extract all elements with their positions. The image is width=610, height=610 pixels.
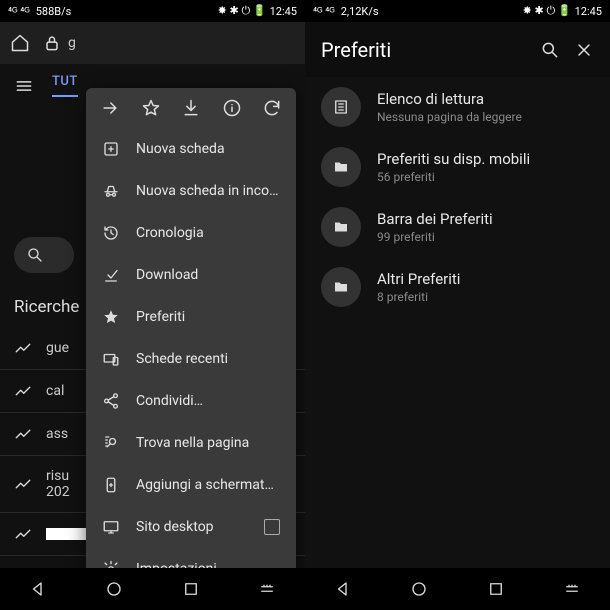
statusbar: ⁴ᴳ ⁴ᴳ 2,12K/s ✸ ✱ ⏻ 🔋 12:45 (305, 0, 610, 22)
menu-desktop-site[interactable]: Sito desktop (86, 506, 296, 548)
folder-icon (332, 218, 350, 236)
phone-right: ⁴ᴳ ⁴ᴳ 2,12K/s ✸ ✱ ⏻ 🔋 12:45 Preferiti El… (305, 0, 610, 610)
menu-find[interactable]: Trova nella pagina (86, 422, 296, 464)
nav-back-icon[interactable] (334, 580, 352, 598)
forward-icon[interactable] (100, 98, 120, 118)
speed: 2,12K/s (341, 5, 379, 18)
desktop-icon (102, 518, 120, 536)
search-input[interactable] (14, 237, 74, 273)
share-icon (102, 392, 120, 410)
refresh-icon[interactable] (262, 98, 282, 118)
trend-icon (14, 339, 32, 357)
info-icon[interactable] (222, 98, 242, 118)
lock-icon (42, 33, 62, 53)
menu-share[interactable]: Condividi… (86, 380, 296, 422)
menu-add-homescreen[interactable]: Aggiungi a schermata H… (86, 464, 296, 506)
trend-icon (14, 475, 32, 493)
navbar (0, 568, 305, 610)
star-icon (102, 308, 120, 326)
speed: 588B/s (36, 5, 72, 18)
nav-home-icon[interactable] (410, 580, 428, 598)
network-icon: ⁴ᴳ ⁴ᴳ (8, 5, 30, 18)
nav-back-icon[interactable] (29, 580, 47, 598)
devices-icon (102, 350, 120, 368)
menu-history[interactable]: Cronologia (86, 212, 296, 254)
star-icon[interactable] (141, 98, 161, 118)
menu-incognito[interactable]: Nuova scheda in incogn… (86, 170, 296, 212)
nav-home-icon[interactable] (105, 580, 123, 598)
network-icon: ⁴ᴳ ⁴ᴳ (313, 5, 335, 18)
download-check-icon (102, 266, 120, 284)
find-icon (102, 434, 120, 452)
nav-drawer-icon[interactable] (258, 580, 276, 598)
trend-icon (14, 382, 32, 400)
desktop-checkbox[interactable] (264, 519, 280, 535)
trend-icon (14, 425, 32, 443)
folder-bookmarks-bar[interactable]: Barra dei Preferiti99 preferiti (305, 197, 610, 257)
folder-icon (332, 158, 350, 176)
folder-mobile[interactable]: Preferiti su disp. mobili56 preferiti (305, 137, 610, 197)
nav-recent-icon[interactable] (182, 580, 200, 598)
navbar (305, 568, 610, 610)
search-icon[interactable] (540, 40, 560, 60)
bookmarks-header: Preferiti (305, 22, 610, 77)
search-icon (26, 246, 44, 264)
plus-box-icon (102, 140, 120, 158)
hamburger-icon[interactable] (14, 76, 34, 96)
page-content: TUT Ricerche gue cal ass risu 202 Nuova … (0, 64, 305, 568)
home-icon[interactable] (10, 33, 30, 53)
nav-recent-icon[interactable] (487, 580, 505, 598)
phone-left: ⁴ᴳ ⁴ᴳ 588B/s ✸ ✱ ⏻ 🔋 12:45 g TUT Ricerch… (0, 0, 305, 610)
overflow-menu: Nuova scheda Nuova scheda in incogn… Cro… (86, 88, 296, 568)
url-text: g (68, 35, 76, 51)
folder-icon (332, 278, 350, 296)
statusbar: ⁴ᴳ ⁴ᴳ 588B/s ✸ ✱ ⏻ 🔋 12:45 (0, 0, 305, 22)
history-icon (102, 224, 120, 242)
urlbar: g (0, 22, 305, 64)
tab-all[interactable]: TUT (52, 74, 78, 97)
folder-other[interactable]: Altri Preferiti8 preferiti (305, 257, 610, 317)
trend-icon (14, 525, 32, 543)
menu-recent-tabs[interactable]: Schede recenti (86, 338, 296, 380)
menu-settings[interactable]: Impostazioni (86, 548, 296, 568)
add-home-icon (102, 476, 120, 494)
download-icon[interactable] (181, 98, 201, 118)
bookmarks-list: Elenco di letturaNessuna pagina da legge… (305, 77, 610, 568)
gear-icon (102, 560, 120, 568)
clock: 12:45 (270, 5, 297, 18)
menu-downloads[interactable]: Download (86, 254, 296, 296)
clock: 12:45 (575, 5, 602, 18)
nav-drawer-icon[interactable] (563, 580, 581, 598)
close-icon[interactable] (574, 40, 594, 60)
url-field[interactable]: g (42, 33, 76, 53)
menu-new-tab[interactable]: Nuova scheda (86, 128, 296, 170)
reading-list-icon (332, 98, 350, 116)
page-title: Preferiti (321, 38, 526, 62)
menu-bookmarks[interactable]: Preferiti (86, 296, 296, 338)
folder-reading-list[interactable]: Elenco di letturaNessuna pagina da legge… (305, 77, 610, 137)
incognito-icon (102, 182, 120, 200)
